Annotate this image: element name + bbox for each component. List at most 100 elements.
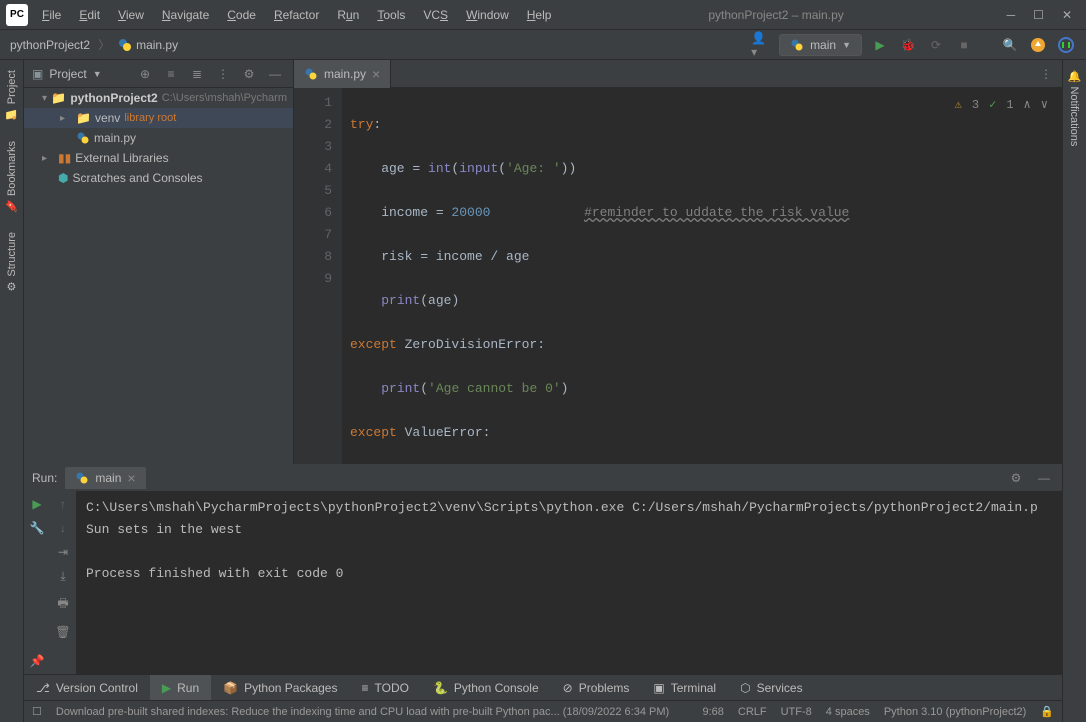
tool-problems[interactable]: ⊘Problems xyxy=(551,675,642,700)
tree-root-path: C:\Users\mshah\Pycharm xyxy=(162,92,287,104)
tree-venv[interactable]: ▸ 📁 venv library root xyxy=(24,108,293,128)
pin-icon[interactable]: 📌 xyxy=(30,654,45,668)
wrap-icon[interactable]: ⇥ xyxy=(58,545,68,559)
rerun-icon[interactable]: ▶ xyxy=(32,497,41,511)
chevron-down-icon[interactable]: ▾ xyxy=(42,93,47,104)
editor-tab-label: main.py xyxy=(324,67,366,81)
tree-main-file[interactable]: main.py xyxy=(24,128,293,148)
breadcrumb[interactable]: pythonProject2 〉 main.py xyxy=(10,36,178,53)
lock-icon[interactable]: 🔒 xyxy=(1040,705,1054,718)
trash-icon[interactable]: 🗑 xyxy=(55,625,70,639)
add-user-icon[interactable]: 👤▾ xyxy=(751,35,771,55)
settings-icon[interactable]: 🔧 xyxy=(30,521,45,535)
chevron-right-icon[interactable]: ▸ xyxy=(42,153,54,164)
run-config-select[interactable]: main ▼ xyxy=(779,34,862,56)
tree-venv-label: venv xyxy=(95,111,120,125)
tree-ext-libs[interactable]: ▸ ▮▮ External Libraries xyxy=(24,148,293,168)
menu-view[interactable]: View xyxy=(110,4,152,26)
debug-button[interactable]: 🐞 xyxy=(898,35,918,55)
status-icon[interactable]: ☐ xyxy=(32,705,42,718)
status-enc[interactable]: UTF-8 xyxy=(781,706,812,718)
ide-updates-icon[interactable] xyxy=(1028,35,1048,55)
collapse-all-icon[interactable]: ≣ xyxy=(187,64,207,84)
next-issue-icon[interactable]: ∨ xyxy=(1041,94,1048,116)
editor-tab-main[interactable]: main.py × xyxy=(294,60,391,88)
inspections-widget[interactable]: ⚠3 ✓1 ∧ ∨ xyxy=(955,94,1048,116)
typo-count: 1 xyxy=(1006,94,1013,116)
menu-run[interactable]: Run xyxy=(329,4,367,26)
tool-console[interactable]: 🐍Python Console xyxy=(421,675,551,700)
run-button[interactable]: ▶ xyxy=(870,35,890,55)
tool-tab-notifications[interactable]: 🔔 Notifications xyxy=(1064,60,1085,156)
hide-panel-icon[interactable]: — xyxy=(1034,468,1054,488)
breadcrumb-file[interactable]: main.py xyxy=(136,38,178,52)
tool-tab-structure[interactable]: ⚙ Structure xyxy=(1,222,22,303)
panel-options-icon[interactable]: ⋮ xyxy=(213,64,233,84)
tree-scratches[interactable]: ⬢ Scratches and Consoles xyxy=(24,168,293,188)
menu-tools[interactable]: Tools xyxy=(369,4,413,26)
breadcrumb-project[interactable]: pythonProject2 xyxy=(10,38,90,52)
tool-todo[interactable]: ≡TODO xyxy=(349,675,420,700)
status-sdk[interactable]: Python 3.10 (pythonProject2) xyxy=(884,706,1026,718)
tool-terminal[interactable]: ▣Terminal xyxy=(641,675,728,700)
prev-issue-icon[interactable]: ∧ xyxy=(1024,94,1031,116)
print-icon[interactable]: 🖶 xyxy=(57,594,68,615)
close-tab-icon[interactable]: × xyxy=(372,66,380,82)
menu-refactor[interactable]: Refactor xyxy=(266,4,327,26)
menu-vcs[interactable]: VCS xyxy=(415,4,456,26)
search-icon[interactable]: 🔍 xyxy=(1000,35,1020,55)
python-file-icon xyxy=(790,38,804,52)
tool-vcs[interactable]: ⎇Version Control xyxy=(24,675,150,700)
menu-code[interactable]: Code xyxy=(219,4,264,26)
close-icon[interactable]: ✕ xyxy=(1062,8,1072,22)
status-message[interactable]: Download pre-built shared indexes: Reduc… xyxy=(56,706,689,718)
close-tab-icon[interactable]: × xyxy=(127,470,135,486)
stop-button[interactable]: ■ xyxy=(954,35,974,55)
gear-icon[interactable]: ⚙ xyxy=(239,64,259,84)
status-indent[interactable]: 4 spaces xyxy=(826,706,870,718)
project-panel-title[interactable]: Project xyxy=(49,67,86,81)
status-pos[interactable]: 9:68 xyxy=(702,706,723,718)
tool-tab-project[interactable]: 📁 Project xyxy=(1,60,22,131)
right-tool-gutter: 🔔 Notifications xyxy=(1062,60,1086,722)
chevron-down-icon: ▼ xyxy=(842,40,851,50)
menu-edit[interactable]: Edit xyxy=(71,4,108,26)
scroll-icon[interactable]: ⤓ xyxy=(60,569,65,584)
list-icon: ≡ xyxy=(361,681,368,695)
scratches-icon: ⬢ xyxy=(58,171,68,185)
python-file-icon xyxy=(75,471,89,485)
tree-ext-libs-label: External Libraries xyxy=(75,151,168,165)
tree-root[interactable]: ▾ 📁 pythonProject2 C:\Users\mshah\Pychar… xyxy=(24,88,293,108)
menu-navigate[interactable]: Navigate xyxy=(154,4,217,26)
run-output[interactable]: C:\Users\mshah\PycharmProjects\pythonPro… xyxy=(76,491,1062,674)
left-tool-gutter: 📁 Project 🔖 Bookmarks ⚙ Structure xyxy=(0,60,24,722)
warning-icon: ⚠ xyxy=(955,94,962,116)
chevron-down-icon[interactable]: ▼ xyxy=(93,69,102,79)
up-icon[interactable]: ↑ xyxy=(60,497,66,511)
tool-services[interactable]: ⬡Services xyxy=(728,675,815,700)
tab-overflow-icon[interactable]: ⋮ xyxy=(1030,67,1062,81)
coverage-button[interactable]: ⟳ xyxy=(926,35,946,55)
menu-help[interactable]: Help xyxy=(519,4,560,26)
expand-all-icon[interactable]: ≡ xyxy=(161,64,181,84)
code-with-me-icon[interactable] xyxy=(1056,35,1076,55)
code-text[interactable]: try: age = int(input('Age: ')) income = … xyxy=(342,88,1062,464)
minimize-icon[interactable]: ─ xyxy=(1007,8,1016,22)
tool-run[interactable]: ▶Run xyxy=(150,675,211,700)
tool-tab-bookmarks[interactable]: 🔖 Bookmarks xyxy=(1,131,22,223)
run-tab[interactable]: main × xyxy=(65,467,145,489)
code-area[interactable]: 123456789 try: age = int(input('Age: '))… xyxy=(294,88,1062,464)
locate-icon[interactable]: ⊕ xyxy=(135,64,155,84)
menu-window[interactable]: Window xyxy=(458,4,517,26)
hide-panel-icon[interactable]: — xyxy=(265,64,285,84)
chevron-right-icon[interactable]: ▸ xyxy=(60,113,72,124)
tree-file-label: main.py xyxy=(94,131,136,145)
menu-file[interactable]: File xyxy=(34,4,69,26)
project-tree[interactable]: ▾ 📁 pythonProject2 C:\Users\mshah\Pychar… xyxy=(24,88,293,464)
warning-count: 3 xyxy=(972,94,979,116)
down-icon[interactable]: ↓ xyxy=(60,521,66,535)
tool-packages[interactable]: 📦Python Packages xyxy=(211,675,349,700)
maximize-icon[interactable]: ☐ xyxy=(1033,8,1044,22)
status-eol[interactable]: CRLF xyxy=(738,706,767,718)
gear-icon[interactable]: ⚙ xyxy=(1006,468,1026,488)
